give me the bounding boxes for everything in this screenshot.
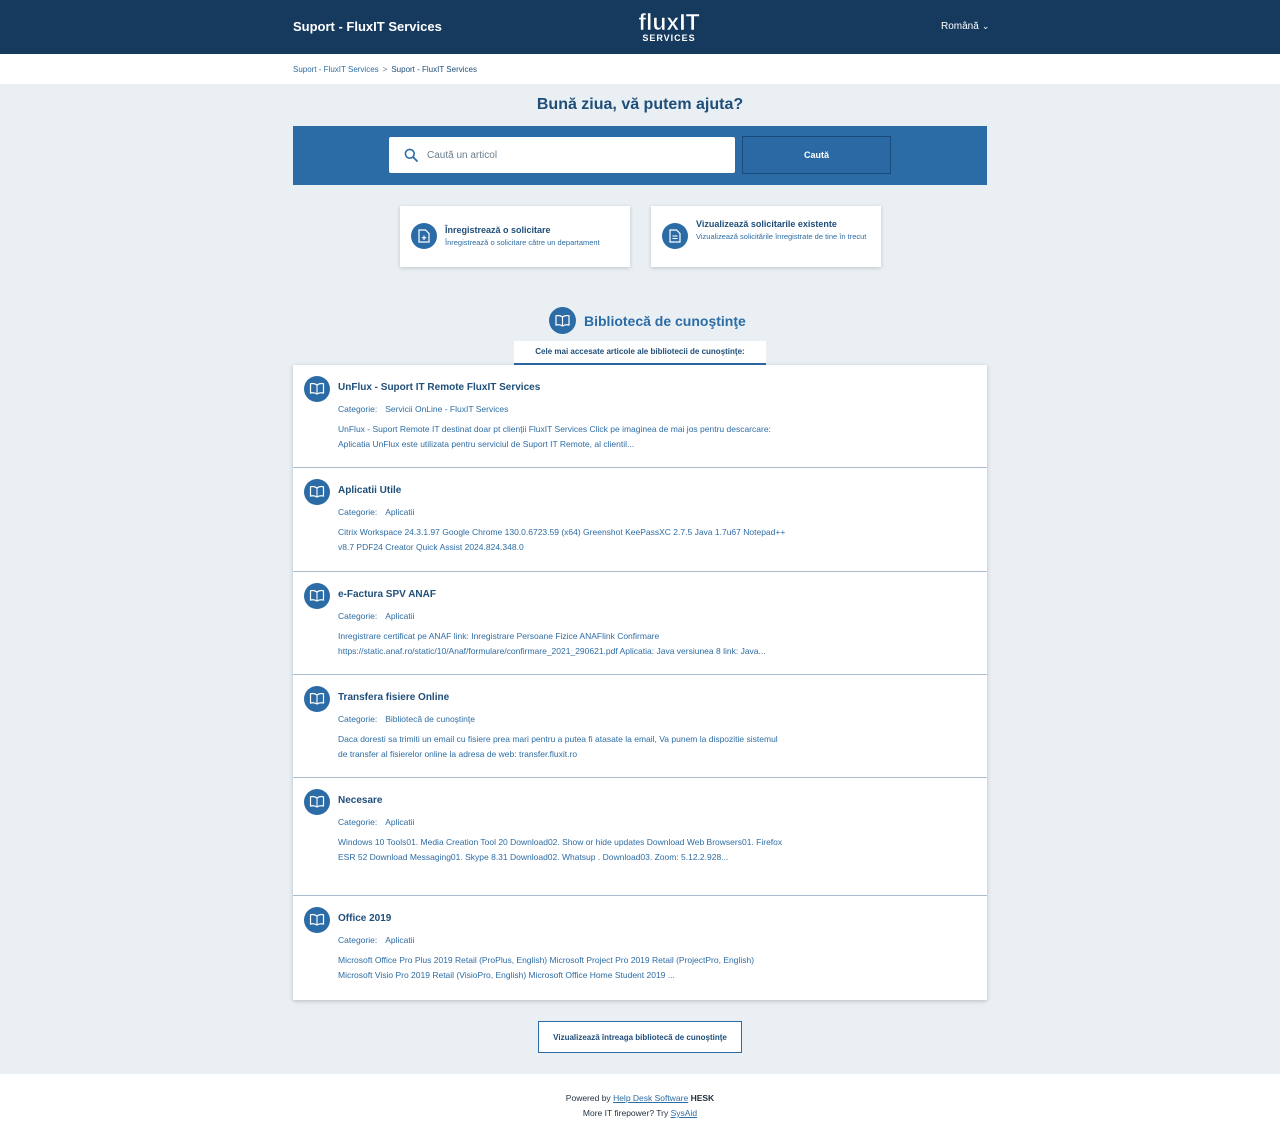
book-icon (304, 583, 330, 609)
search-band: Caută (293, 126, 987, 185)
article-title[interactable]: e-Factura SPV ANAF (338, 589, 436, 600)
category-value: Aplicatii (385, 611, 415, 621)
chevron-down-icon: ⌄ (981, 21, 990, 31)
view-all-knowledgebase-button[interactable]: Vizualizează întreaga bibliotecă de cuno… (538, 1021, 742, 1053)
article-title[interactable]: Transfera fisiere Online (338, 692, 449, 703)
category-value: Aplicatii (385, 507, 415, 517)
category-label: Categorie: (338, 714, 378, 724)
book-icon (304, 479, 330, 505)
article-item[interactable]: Aplicatii Utile Categorie: Aplicatii Citr… (293, 468, 987, 572)
search-icon (404, 148, 418, 162)
category-value: Aplicatii (385, 817, 415, 827)
article-category: Categorie: Aplicatii (338, 935, 415, 945)
greeting-heading: Bună ziua, vă putem ajuta? (536, 96, 744, 113)
ticket-document-icon (662, 223, 688, 249)
article-title[interactable]: Office 2019 (338, 913, 391, 924)
breadcrumb: Suport - FluxIT Services > Suport - FluxIT… (293, 65, 477, 74)
article-preview: Microsoft Office Pro Plus 2019 Retail (P… (338, 955, 755, 980)
article-item[interactable]: e-Factura SPV ANAF Categorie: Aplicatii I… (293, 572, 987, 675)
book-icon (549, 307, 576, 334)
category-label: Categorie: (338, 507, 378, 517)
sysaid-link[interactable]: SysAid (671, 1108, 697, 1118)
article-list: UnFlux - Suport IT Remote FluxIT Service… (293, 365, 987, 1000)
fluxit-logo[interactable]: fluxIT SERVICES (632, 8, 706, 44)
search-box (389, 137, 735, 173)
book-icon (304, 686, 330, 712)
language-selector[interactable]: Română ⌄ (941, 21, 989, 32)
article-preview: Inregistrare certificat pe ANAF link: In… (338, 631, 766, 656)
article-title[interactable]: UnFlux - Suport IT Remote FluxIT Service… (338, 382, 540, 393)
footer: Powered by Help Desk Software HESK More … (0, 1074, 1280, 1131)
article-preview: Daca doresti sa trimiti un email cu fisi… (338, 734, 778, 759)
category-label: Categorie: (338, 404, 378, 414)
language-label: Română (941, 21, 979, 32)
book-icon (304, 376, 330, 402)
article-category: Categorie: Aplicatii (338, 817, 415, 827)
category-label: Categorie: (338, 611, 378, 621)
article-category: Categorie: Aplicatii (338, 611, 415, 621)
article-category: Categorie: Aplicatii (338, 507, 415, 517)
article-item[interactable]: UnFlux - Suport IT Remote FluxIT Service… (293, 365, 987, 468)
top-header: Suport - FluxIT Services fluxIT SERVICES… (0, 0, 1280, 54)
help-desk-software-link[interactable]: Help Desk Software (613, 1093, 688, 1103)
more-it-text: More IT firepower? Try (582, 1108, 669, 1118)
logo-subtext: SERVICES (642, 33, 695, 43)
book-icon (304, 789, 330, 815)
article-item[interactable]: Necesare Categorie: Aplicatii Windows 10 … (293, 778, 987, 896)
book-icon (304, 907, 330, 933)
category-value: Bibliotecă de cunoştinţe (385, 714, 475, 724)
article-preview: Windows 10 Tools01. Media Creation Tool … (338, 837, 783, 862)
site-title[interactable]: Suport - FluxIT Services (293, 19, 442, 34)
breadcrumb-separator-icon: > (382, 65, 388, 74)
knowledgebase-title: Bibliotecă de cunoştinţe (584, 313, 746, 329)
article-item[interactable]: Office 2019 Categorie: Aplicatii Microsof… (293, 896, 987, 1000)
breadcrumb-item-current[interactable]: Suport - FluxIT Services (391, 65, 477, 74)
new-ticket-icon (411, 223, 437, 249)
submit-ticket-description: Înregistrează o solicitare către un depa… (445, 238, 600, 247)
article-preview: Citrix Workspace 24.3.1.97 Google Chrome… (338, 527, 786, 552)
submit-ticket-card[interactable]: Înregistrează o solicitare Înregistrează… (400, 206, 630, 267)
breadcrumb-item-home[interactable]: Suport - FluxIT Services (293, 65, 379, 74)
article-category: Categorie: Bibliotecă de cunoştinţe (338, 714, 475, 724)
powered-by-text: Powered by (565, 1093, 611, 1103)
top-articles-tab[interactable]: Cele mai accesate articole ale bibliotec… (514, 341, 766, 365)
category-label: Categorie: (338, 935, 378, 945)
footer-powered-by: Powered by Help Desk Software HESK (0, 1093, 1280, 1103)
submit-ticket-title: Înregistrează o solicitare (445, 225, 551, 235)
search-button[interactable]: Caută (742, 136, 891, 174)
hesk-brand: HESK (690, 1093, 715, 1103)
article-title[interactable]: Necesare (338, 795, 382, 806)
category-value: Servicii OnLine - FluxIT Services (385, 404, 509, 414)
view-tickets-title: Vizualizează solicitarile existente (696, 219, 837, 229)
category-value: Aplicatii (385, 935, 415, 945)
view-tickets-card[interactable]: Vizualizează solicitarile existente Vizu… (651, 206, 881, 267)
logo-text: fluxIT (638, 9, 699, 35)
breadcrumb-bar: Suport - FluxIT Services > Suport - FluxIT… (0, 54, 1280, 84)
article-category: Categorie: Servicii OnLine - FluxIT Servi… (338, 404, 508, 414)
view-tickets-description: Vizualizează solicitările înregistrate d… (696, 232, 867, 241)
footer-sysaid: More IT firepower? Try SysAid (0, 1108, 1280, 1118)
article-item[interactable]: Transfera fisiere Online Categorie: Bibli… (293, 675, 987, 778)
category-label: Categorie: (338, 817, 378, 827)
article-preview: UnFlux - Suport Remote IT destinat doar … (338, 424, 771, 449)
article-title[interactable]: Aplicatii Utile (338, 485, 401, 496)
search-input[interactable] (427, 146, 727, 164)
